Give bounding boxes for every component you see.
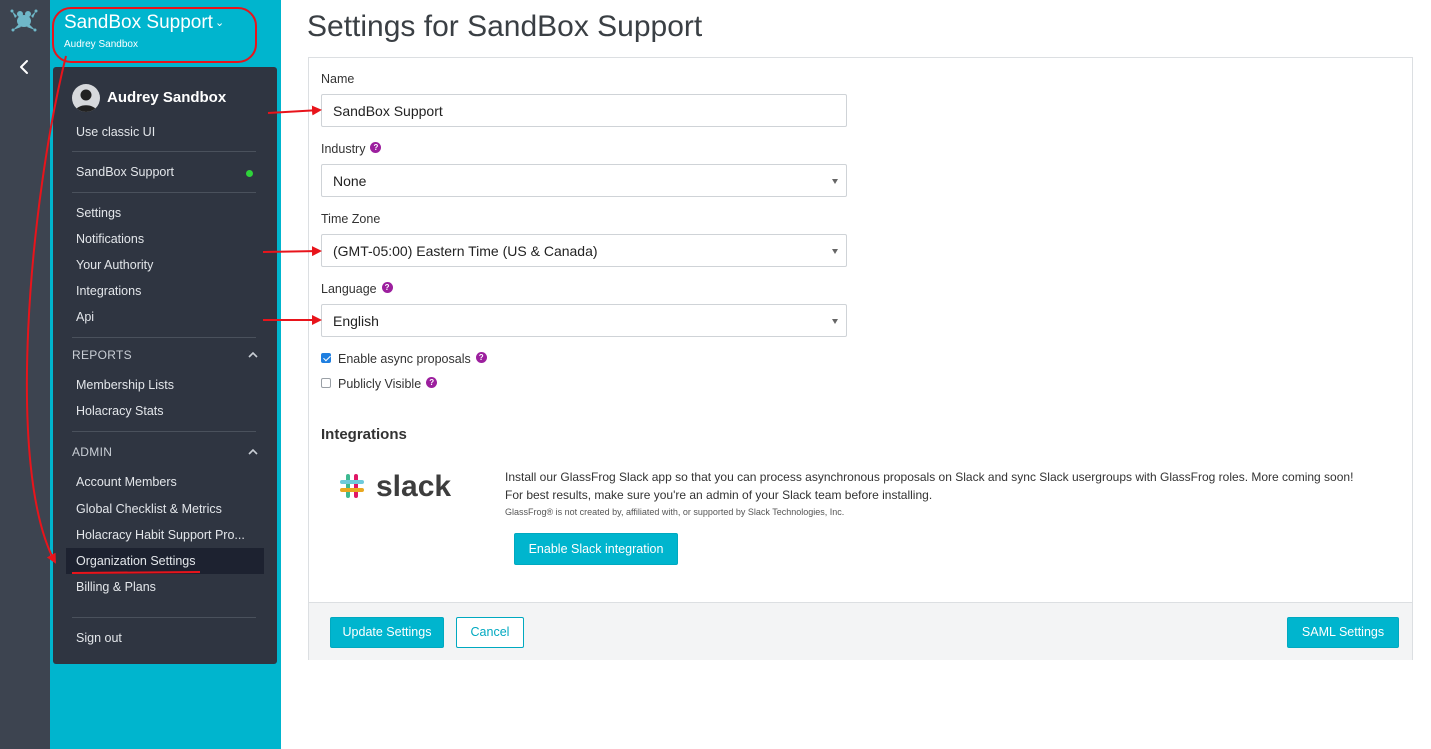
form-footer: Update Settings Cancel SAML Settings <box>309 602 1412 660</box>
divider <box>72 151 256 152</box>
question-circle-icon[interactable]: ? <box>381 282 393 293</box>
async-proposals-row[interactable]: Enable async proposals? <box>321 352 487 366</box>
publicly-visible-row[interactable]: Publicly Visible? <box>321 377 438 391</box>
industry-value: None <box>333 173 367 189</box>
publicly-visible-checkbox[interactable] <box>321 378 331 388</box>
cancel-button[interactable]: Cancel <box>456 617 524 648</box>
org-dropdown-menu: Audrey Sandbox Use classic UI SandBox Su… <box>53 67 277 664</box>
settings-panel: Name SandBox Support Industry? None Time… <box>308 57 1413 660</box>
caret-down-icon <box>832 249 838 254</box>
chevron-down-icon: ⌄ <box>214 17 225 30</box>
language-label: Language? <box>321 282 393 296</box>
question-circle-icon[interactable]: ? <box>370 142 382 153</box>
update-settings-button[interactable]: Update Settings <box>330 617 444 648</box>
menu-item-integrations[interactable]: Integrations <box>76 284 141 298</box>
slack-description: Install our GlassFrog Slack app so that … <box>505 468 1353 504</box>
chevron-left-icon[interactable] <box>15 57 35 77</box>
menu-item-billing-plans[interactable]: Billing & Plans <box>76 580 156 594</box>
publicly-visible-label: Publicly Visible <box>338 377 422 391</box>
org-active-status-dot <box>246 170 253 177</box>
name-label: Name <box>321 72 355 86</box>
sign-out-link[interactable]: Sign out <box>76 631 122 645</box>
language-select[interactable]: English <box>321 304 847 337</box>
menu-user-name: Audrey Sandbox <box>107 89 227 106</box>
async-proposals-label: Enable async proposals <box>338 352 471 366</box>
chevron-up-icon[interactable] <box>247 351 259 359</box>
language-value: English <box>333 313 379 329</box>
use-classic-ui-link[interactable]: Use classic UI <box>76 125 155 139</box>
menu-item-organization-settings[interactable]: Organization Settings <box>76 554 196 568</box>
chevron-up-icon[interactable] <box>247 448 259 456</box>
language-label-text: Language <box>321 282 377 296</box>
menu-item-notifications[interactable]: Notifications <box>76 232 144 246</box>
question-circle-icon[interactable]: ? <box>426 377 438 388</box>
slack-wordmark: slack <box>376 470 451 503</box>
caret-down-icon <box>832 179 838 184</box>
industry-select[interactable]: None <box>321 164 847 197</box>
divider <box>72 431 256 432</box>
avatar <box>72 84 100 112</box>
slack-disclaimer: GlassFrog® is not created by, affiliated… <box>505 507 845 517</box>
menu-item-global-checklist[interactable]: Global Checklist & Metrics <box>76 502 222 516</box>
timezone-select[interactable]: (GMT-05:00) Eastern Time (US & Canada) <box>321 234 847 267</box>
section-admin-title[interactable]: ADMIN <box>72 445 112 459</box>
question-circle-icon[interactable]: ? <box>475 352 487 363</box>
divider <box>72 617 256 618</box>
glassfrog-logo-icon[interactable] <box>9 6 39 34</box>
name-input[interactable]: SandBox Support <box>321 94 847 127</box>
timezone-value: (GMT-05:00) Eastern Time (US & Canada) <box>333 243 598 259</box>
industry-label-text: Industry <box>321 142 366 156</box>
menu-item-your-authority[interactable]: Your Authority <box>76 258 153 272</box>
org-name: SandBox Support <box>64 12 213 33</box>
slack-logo: slack <box>340 470 451 503</box>
org-switcher[interactable]: SandBox Support ⌄ Audrey Sandbox <box>54 8 256 60</box>
enable-slack-button[interactable]: Enable Slack integration <box>514 533 678 565</box>
menu-item-membership-lists[interactable]: Membership Lists <box>76 378 174 392</box>
menu-item-holacracy-stats[interactable]: Holacracy Stats <box>76 404 164 418</box>
divider <box>72 337 256 338</box>
industry-label: Industry? <box>321 142 382 156</box>
menu-item-settings[interactable]: Settings <box>76 206 121 220</box>
menu-item-api[interactable]: Api <box>76 310 94 324</box>
caret-down-icon <box>832 319 838 324</box>
slack-desc-line1: Install our GlassFrog Slack app so that … <box>505 470 1354 484</box>
page-title: Settings for SandBox Support <box>307 10 703 43</box>
timezone-label: Time Zone <box>321 212 381 226</box>
org-user-name: Audrey Sandbox <box>64 39 138 50</box>
saml-settings-button[interactable]: SAML Settings <box>1287 617 1399 648</box>
app-root: SandBox Support ⌄ Audrey Sandbox Audrey S… <box>0 0 1431 749</box>
menu-org-item[interactable]: SandBox Support <box>76 165 174 179</box>
section-reports-title[interactable]: REPORTS <box>72 348 132 362</box>
menu-item-account-members[interactable]: Account Members <box>76 475 177 489</box>
async-proposals-checkbox[interactable] <box>321 353 331 363</box>
menu-item-holacracy-habit[interactable]: Holacracy Habit Support Pro... <box>76 528 245 542</box>
integrations-title: Integrations <box>321 426 407 443</box>
divider <box>72 192 256 193</box>
slack-desc-line2: For best results, make sure you're an ad… <box>505 488 933 502</box>
left-rail <box>0 0 50 749</box>
